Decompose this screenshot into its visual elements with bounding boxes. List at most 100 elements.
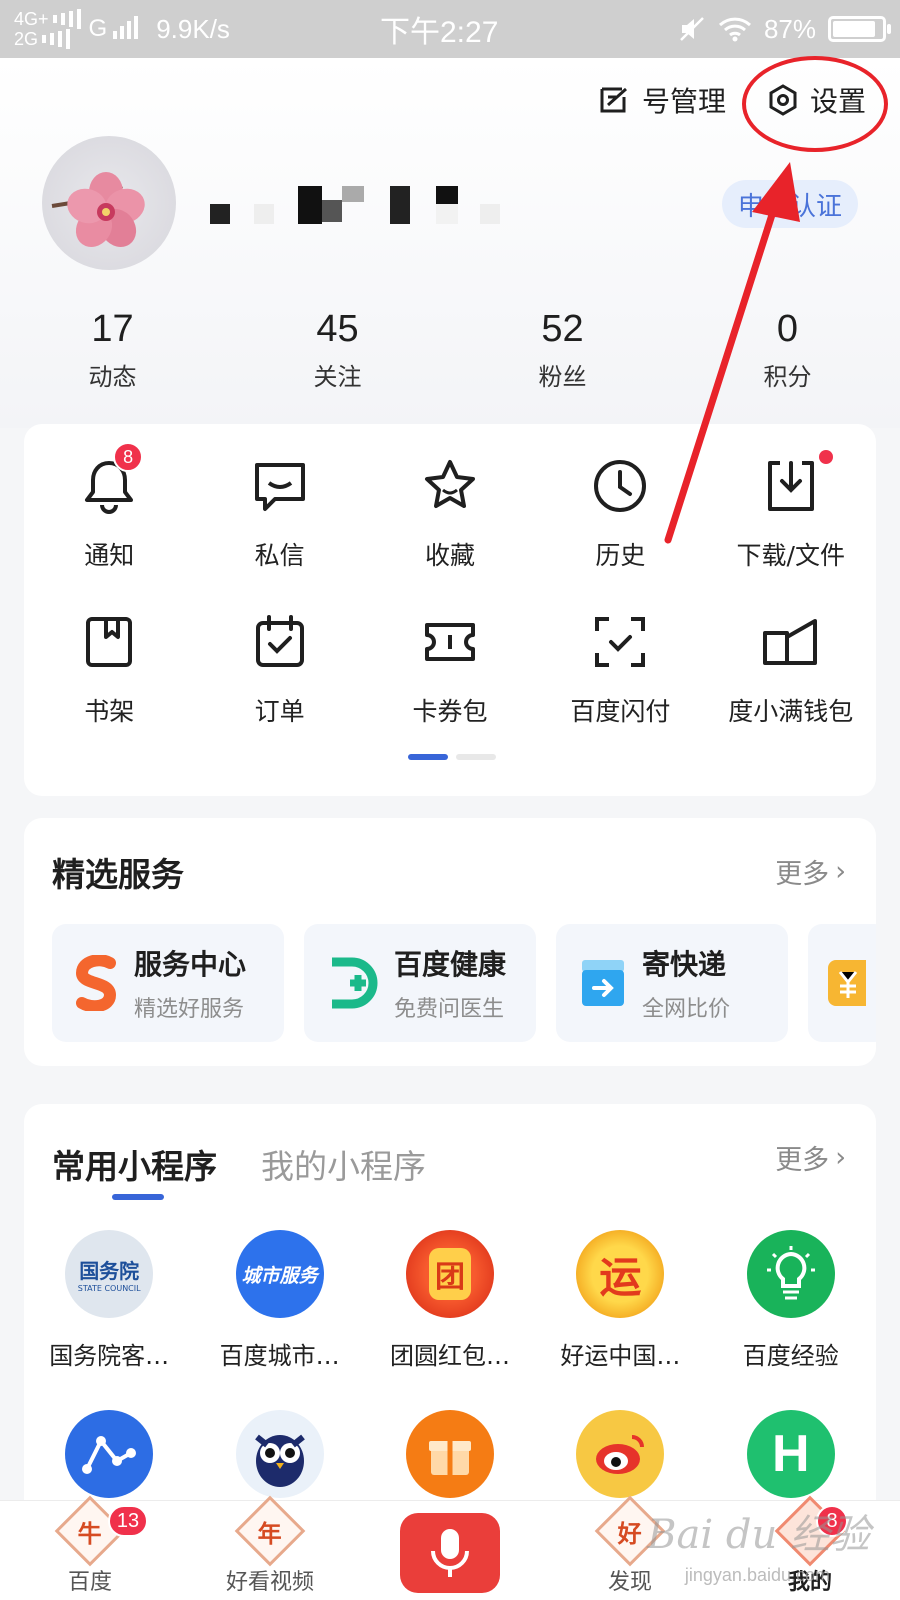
grid-item-coupons[interactable]: 卡券包 [365,610,535,766]
grid-item-bookshelf[interactable]: 书架 [24,610,194,766]
nav-label: 好看视频 [225,1570,314,1595]
services-more-link[interactable]: 更多 › [775,852,846,891]
nav-badge: 13 [108,1505,148,1537]
plum-blossom-image [51,172,145,248]
grid-item-history[interactable]: 历史 [535,454,705,610]
stat-following[interactable]: 45 关注 [225,308,450,392]
mini-program-item[interactable]: 团 团圆红包… [365,1230,535,1410]
grid-item-label: 收藏 [424,541,475,570]
quick-actions-card: 8 通知 私信 收藏 历史 下载/文件 书架 订单 卡券包 百度闪付 度小满钱包 [24,424,876,796]
signal-bars-icon [113,16,139,39]
nav-label: 百度 [67,1570,112,1595]
username-redacted [210,186,510,232]
avatar[interactable] [42,136,176,270]
stat-label: 关注 [313,363,362,391]
grid-item-label: 下载/文件 [736,541,845,570]
grid-item-label: 度小满钱包 [728,697,854,726]
grid-item-wallet[interactable]: 度小满钱包 [706,610,876,766]
new-year-icon: 年 [234,1495,306,1567]
mini-program-item[interactable]: 城市服务 百度城市… [194,1230,364,1410]
service-title: 寄快递 [642,948,727,981]
network-type-bottom: 2G [14,29,39,49]
wallet-icon [759,610,823,674]
battery-icon [828,16,891,42]
tab-active-indicator [112,1194,164,1200]
owl-icon [235,1410,324,1498]
stat-value: 17 [91,308,134,350]
battery-percent: 87% [763,13,816,44]
weibo-icon [576,1410,665,1498]
watermark-url: jingyan.baidu.com [684,1565,830,1585]
service-subtitle: 免费问医生 [394,997,505,1022]
signal-bars-icon [42,29,71,49]
grid-item-label: 百度闪付 [570,697,671,726]
nav-glyph: 好 [618,1519,642,1548]
grid-item-messages[interactable]: 私信 [194,454,364,610]
scan-pay-icon [588,610,652,674]
mini-programs-card: 常用小程序 我的小程序 更多 › 国务院 STATE COUNCIL 国务院客… … [24,1104,876,1524]
tab-my-mini-programs[interactable]: 我的小程序 [261,1140,426,1188]
service-tile-partial[interactable] [808,924,876,1042]
download-icon [759,450,833,518]
account-manage-icon [600,87,627,113]
service-tile[interactable]: 服务中心 精选好服务 [52,924,284,1042]
nav-haokan-video[interactable]: 年 好看视频 [180,1495,360,1600]
page-indicator [408,754,496,760]
app-glyph: H [771,1425,810,1483]
wifi-icon [718,17,751,42]
stat-value: 45 [316,308,359,350]
bell-icon: 8 [77,442,144,518]
nav-glyph: 年 [258,1519,282,1548]
voice-search-button[interactable] [400,1513,500,1593]
service-title: 服务中心 [134,948,247,981]
stat-value: 52 [541,308,584,350]
stat-label: 积分 [763,363,812,391]
watermark-logo: Bai du 经验 [647,1512,870,1558]
grid-item-label: 通知 [84,541,135,570]
mini-program-item[interactable]: 百度经验 [706,1230,876,1410]
page-dot-active [408,754,448,760]
service-tile[interactable]: 寄快递 全网比价 [556,924,788,1042]
app-glyph: 团 [428,1248,471,1300]
tab-common-mini-programs[interactable]: 常用小程序 [52,1140,217,1188]
bottom-nav: 牛 百度 13 年 好看视频 好 发现 我的 8 Bai du 经验 jingy… [0,1495,900,1600]
mini-program-item[interactable]: 运 好运中国… [535,1230,705,1410]
grid-item-orders[interactable]: 订单 [194,610,364,766]
microphone-icon [431,1529,469,1577]
grid-item-baidu-pay[interactable]: 百度闪付 [535,610,705,766]
good-luck-icon: 运 [576,1230,665,1318]
app-glyph: 国务院 [79,1259,140,1283]
section-title: 精选服务 [52,855,184,894]
clock-icon [588,454,652,518]
clock: 下午2:27 [380,16,499,49]
grid-item-favorites[interactable]: 收藏 [365,454,535,610]
network-type-top: 4G+ [14,9,49,29]
signal-bars-icon [52,9,81,29]
h-icon: H [746,1410,835,1498]
app-label: 好运中国… [560,1342,681,1370]
stat-posts[interactable]: 17 动态 [0,308,225,392]
stat-followers[interactable]: 52 粉丝 [450,308,675,392]
nav-glyph: 牛 [78,1519,102,1548]
grid-item-notifications[interactable]: 8 通知 [24,442,194,610]
account-manage-button[interactable]: 号管理 [598,80,726,120]
network-speed: 9.9K/s [156,13,230,44]
service-subtitle: 精选好服务 [134,997,245,1022]
new-dot [818,450,833,464]
grid-item-downloads[interactable]: 下载/文件 [706,450,876,610]
grid-item-label: 书架 [84,697,135,726]
nav-baidu[interactable]: 牛 百度 13 [0,1495,180,1600]
app-label: 百度城市… [219,1342,340,1370]
mini-programs-more-link[interactable]: 更多 › [775,1138,846,1177]
app-label: 国务院客… [49,1342,170,1370]
stat-points[interactable]: 0 积分 [675,308,900,392]
apply-certification-button[interactable]: 申请认证 [722,180,858,228]
stat-label: 动态 [88,363,137,391]
reunion-redpacket-icon: 团 [405,1230,494,1318]
service-tile[interactable]: 百度健康 免费问医生 [304,924,536,1042]
battery-fill [833,21,875,37]
message-icon [248,454,312,518]
mini-program-item[interactable]: 国务院 STATE COUNCIL 国务院客… [24,1230,194,1410]
chevron-right-icon: › [835,856,846,887]
app-glyph: 城市服务 [241,1264,318,1287]
